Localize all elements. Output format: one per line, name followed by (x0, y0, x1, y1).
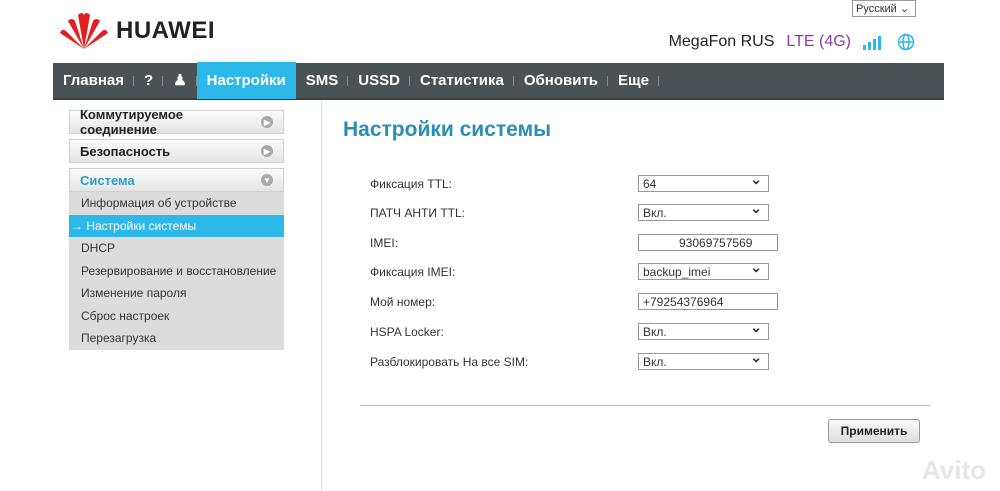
chevron-down-icon: ▼ (261, 174, 273, 186)
divider (321, 100, 322, 491)
sidebar-item-dhcp[interactable]: DHCP (69, 237, 284, 260)
sidebar-item-password[interactable]: Изменение пароля (69, 282, 284, 305)
sim-unlock-select[interactable]: Вкл. (638, 349, 769, 370)
field-label-sim-unlock: Разблокировать На все SIM: (370, 355, 529, 369)
nav-statistics[interactable]: Статистика (410, 62, 514, 99)
language-select[interactable]: Русский ⌄ (852, 0, 916, 17)
field-label-imei: IMEI: (370, 236, 399, 250)
sidebar-item-system-settings[interactable]: → Настройки системы (69, 214, 284, 237)
hspa-locker-select[interactable]: Вкл. (638, 319, 769, 340)
nav-sms[interactable]: SMS (296, 62, 349, 99)
operator-name: MegaFon RUS (668, 33, 775, 50)
nav-help[interactable]: ? (134, 62, 164, 99)
sidebar-item-reset[interactable]: Сброс настроек (69, 305, 284, 328)
signal-icon (863, 36, 881, 50)
imei-input[interactable]: 93069757569 (638, 234, 778, 251)
anti-ttl-select[interactable]: Вкл. (638, 200, 769, 221)
nav-ussd[interactable]: USSD (348, 62, 410, 99)
huawei-flower-icon (60, 13, 108, 49)
sidebar-section-dialup[interactable]: Коммутируемое соединение ▶ (69, 107, 284, 137)
sidebar: Коммутируемое соединение ▶ Безопасность ▶ … (69, 107, 284, 350)
huawei-logo: HUAWEI (58, 11, 215, 51)
chevron-right-icon: ▶ (261, 116, 273, 128)
field-label-imei-fix: Фиксация IMEI: (370, 265, 456, 279)
field-label-ttl: Фиксация TTL: (370, 177, 452, 191)
sidebar-item-backup[interactable]: Резервирование и восстановление (69, 260, 284, 283)
nav-update[interactable]: Обновить (514, 62, 609, 99)
sidebar-item-device-info[interactable]: Информация об устройстве (69, 192, 284, 215)
page-title: Настройки системы (343, 118, 552, 141)
globe-icon (897, 33, 915, 51)
avito-watermark: Avito (921, 455, 986, 485)
apply-button[interactable]: Применить (828, 419, 920, 443)
sidebar-section-security[interactable]: Безопасность ▶ (69, 139, 284, 163)
status-bar: MegaFon RUS LTE (4G) (669, 33, 915, 51)
sidebar-item-reboot[interactable]: Перезагрузка (69, 327, 284, 350)
phone-input[interactable]: +79254376964 (638, 293, 778, 310)
imei-fix-select[interactable]: backup_imei (638, 259, 769, 280)
nav-settings[interactable]: Настройки (196, 62, 296, 99)
field-label-phone: Мой номер: (370, 295, 436, 309)
sidebar-section-system[interactable]: Система ▼ (69, 168, 284, 192)
nav-home[interactable]: Главная (53, 62, 135, 99)
field-label-hspa: HSPA Locker: (370, 325, 444, 339)
ttl-select[interactable]: 64 (638, 171, 769, 192)
nav-more[interactable]: Еще (608, 62, 660, 99)
form-divider (360, 405, 930, 406)
network-type: LTE (4G) (786, 33, 851, 50)
main-nav: Главная ? ♟ Настройки SMS USSD Статистик… (53, 62, 944, 100)
chevron-right-icon: ▶ (261, 145, 273, 157)
nav-wizard-icon[interactable]: ♟ (163, 62, 198, 99)
field-label-anti-ttl: ПАТЧ АНТИ TTL: (370, 206, 465, 220)
sidebar-submenu: Информация об устройстве → Настройки сис… (69, 192, 284, 350)
